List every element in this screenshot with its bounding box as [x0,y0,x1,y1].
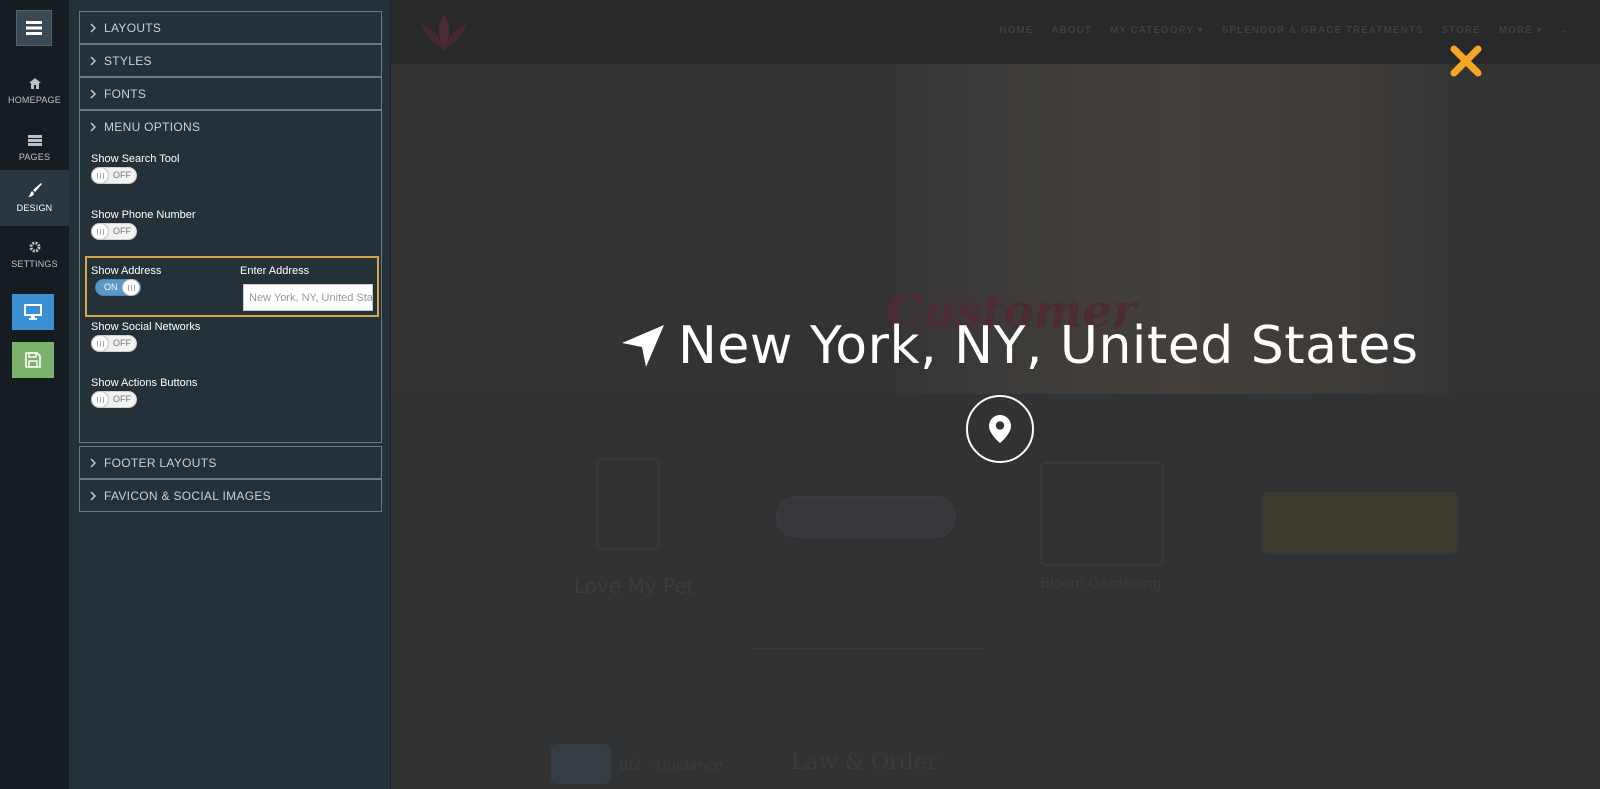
nav-link[interactable]: MORE ▾ [1499,25,1543,36]
rail-item-label: DESIGN [16,203,53,213]
nav-link[interactable]: SPLENDOR & GRACE TREATMENTS [1222,25,1424,36]
toggle-knob [91,391,109,408]
section-layouts[interactable]: LAYOUTS [79,11,382,44]
section-fonts[interactable]: FONTS [79,77,382,110]
section-title: STYLES [104,53,152,68]
section-header[interactable]: FAVICON & SOCIAL IMAGES [80,480,381,511]
ghost-logo-label: Love My Pet [574,574,695,598]
section-header[interactable]: FOOTER LAYOUTS [80,447,381,478]
left-rail: HOMEPAGE PAGES DESIGN SETTINGS [0,0,69,789]
show-social-networks-label: Show Social Networks [91,321,201,333]
desktop-preview-button[interactable] [12,294,54,330]
ghost-logo-label: Law & Order [791,750,938,775]
store-logo [1262,492,1458,554]
rail-item-pages[interactable]: PAGES [0,120,69,176]
ghost-logo-label: Bloom Gardening [1040,576,1162,592]
nav-link[interactable]: ABOUT [1051,25,1092,36]
close-icon[interactable] [1449,44,1483,78]
toggle-state: OFF [113,170,131,180]
paintbrush-icon [27,183,42,197]
show-phone-number-label: Show Phone Number [91,209,196,221]
toggle-knob [91,167,109,184]
show-actions-buttons-toggle[interactable]: OFF [91,391,137,408]
section-header[interactable]: FONTS [80,78,381,109]
toggle-knob [91,335,109,352]
toggle-state: OFF [113,394,131,404]
chevron-right-icon [90,89,96,98]
toggle-state: OFF [113,338,131,348]
save-button[interactable] [12,342,54,378]
show-search-tool-label: Show Search Tool [91,153,180,165]
toggle-state: OFF [113,226,131,236]
nav-link[interactable]: STORE [1442,25,1481,36]
toggle-knob [91,223,109,240]
design-panel: LAYOUTS STYLES FONTS MENU OPTIONS Show S… [69,0,391,789]
chevron-right-icon [90,56,96,65]
chevron-right-icon [90,491,96,500]
map-pin-button[interactable] [966,395,1034,463]
site-navbar: HOME ABOUT MY CATEGORY ▾ SPLENDOR & GRAC… [391,0,1600,64]
biz-logo [551,744,611,784]
section-title: FOOTER LAYOUTS [104,455,217,470]
ghost-logo-label: BIZ - Guidance [619,758,723,774]
section-favicon-social-images[interactable]: FAVICON & SOCIAL IMAGES [79,479,382,512]
divider [753,648,983,649]
pet-logo [596,458,660,550]
rail-item-design[interactable]: DESIGN [0,170,69,226]
section-header[interactable]: LAYOUTS [80,12,381,43]
rail-item-homepage[interactable]: HOMEPAGE [0,63,69,119]
chevron-right-icon [90,458,96,467]
garden-logo [1040,462,1164,566]
address-input[interactable] [243,284,373,311]
section-footer-layouts[interactable]: FOOTER LAYOUTS [79,446,382,479]
show-search-tool-toggle[interactable]: OFF [91,167,137,184]
section-title: FONTS [104,86,147,101]
floppy-disk-icon [25,352,41,368]
brush-logo [776,496,956,538]
rail-item-label: PAGES [18,151,51,162]
site-nav-links: HOME ABOUT MY CATEGORY ▾ SPLENDOR & GRAC… [999,25,1570,36]
location-arrow-icon [622,325,664,367]
home-icon [28,77,41,89]
section-header[interactable]: STYLES [80,45,381,76]
section-header[interactable]: MENU OPTIONS [80,111,381,142]
hamburger-icon [26,21,42,35]
rail-item-settings[interactable]: SETTINGS [0,227,69,283]
rail-item-label: HOMEPAGE [8,94,61,105]
overlay-address: New York, NY, United States [620,316,1419,376]
map-marker-icon [989,415,1011,443]
nav-link[interactable]: MY CATEGORY ▾ [1110,25,1204,36]
gear-icon [29,241,40,253]
section-title: FAVICON & SOCIAL IMAGES [104,488,271,503]
show-actions-buttons-label: Show Actions Buttons [91,377,198,389]
section-title: LAYOUTS [104,20,162,35]
section-title: MENU OPTIONS [104,119,201,134]
rail-item-label: SETTINGS [11,259,58,269]
nav-link[interactable]: ⌄ [1561,25,1570,36]
hamburger-menu-button[interactable] [16,10,52,46]
overlay-address-text: New York, NY, United States [678,316,1419,376]
nav-link[interactable]: HOME [999,25,1033,36]
chevron-right-icon [90,23,96,32]
show-social-networks-toggle[interactable]: OFF [91,335,137,352]
pages-icon [27,134,42,146]
chevron-right-icon [90,122,96,131]
show-phone-number-toggle[interactable]: OFF [91,223,137,240]
section-styles[interactable]: STYLES [79,44,382,77]
monitor-icon [24,304,42,320]
lotus-logo-icon [421,14,467,50]
